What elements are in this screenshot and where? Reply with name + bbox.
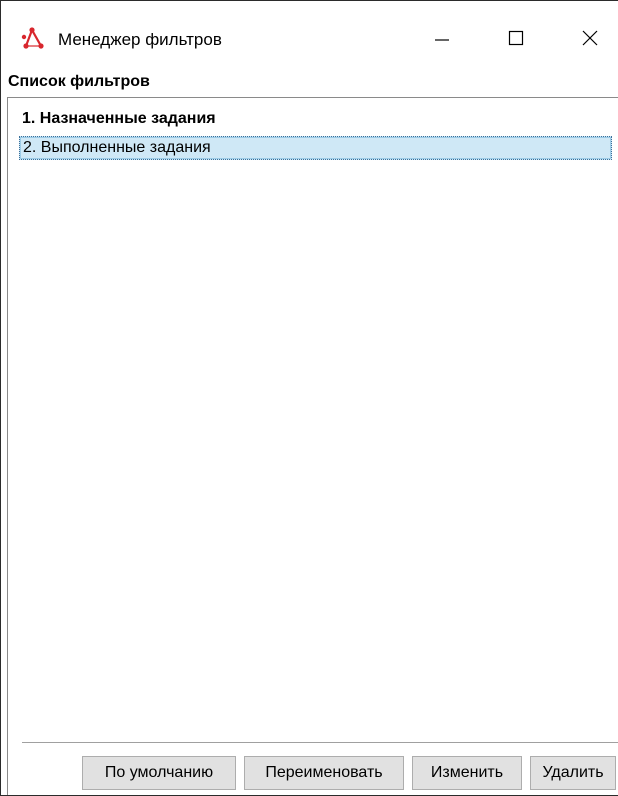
filters-list-label: Список фильтров [8,73,150,90]
window-title: Менеджер фильтров [58,30,222,49]
delete-button[interactable]: Удалить [530,756,616,790]
minimize-button[interactable] [420,19,464,57]
title-bar: Менеджер фильтров [1,1,618,61]
minimize-icon [432,28,452,48]
close-icon [580,28,600,48]
rename-button[interactable]: Переименовать [244,756,404,790]
list-item-selected[interactable]: 2. Выполненные задания [19,136,612,160]
default-button[interactable]: По умолчанию [82,756,236,790]
close-button[interactable] [568,19,612,57]
filter-manager-window: Менеджер фильтров Список фильтров 1. Наз… [0,0,618,796]
filters-list[interactable]: 1. Назначенные задания 2. Выполненные за… [7,97,618,795]
maximize-icon [506,28,526,48]
edit-button[interactable]: Изменить [412,756,522,790]
graph-network-icon [21,26,45,50]
list-item[interactable]: 1. Назначенные задания [19,108,216,132]
divider [22,742,618,744]
maximize-button[interactable] [494,19,538,57]
